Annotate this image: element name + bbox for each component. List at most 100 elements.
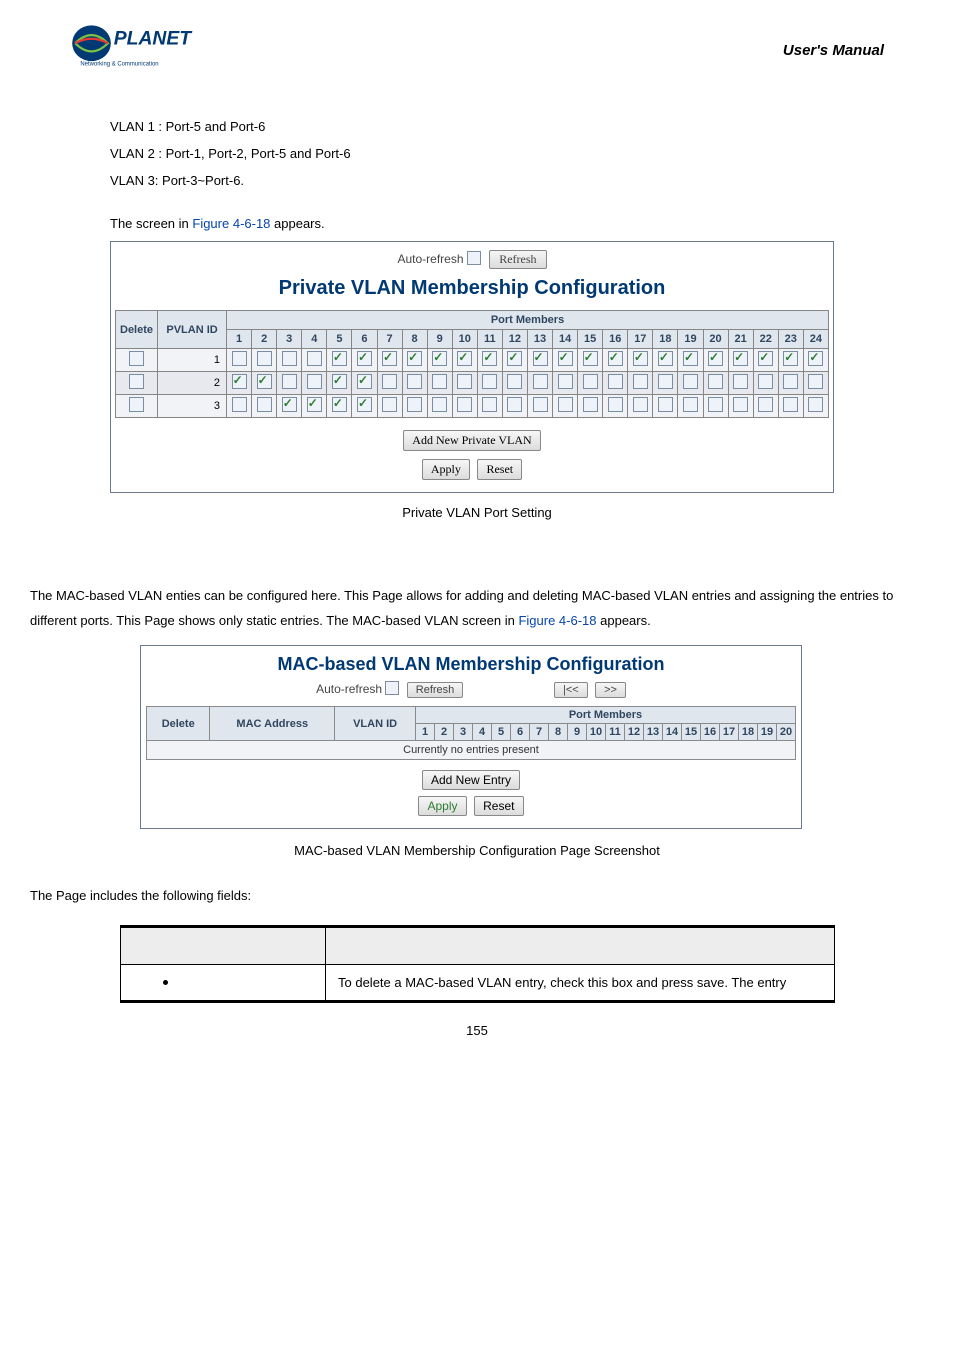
port-checkbox[interactable] (282, 374, 297, 389)
delete-checkbox[interactable] (129, 374, 144, 389)
port-checkbox[interactable] (808, 374, 823, 389)
port-checkbox[interactable] (507, 397, 522, 412)
port-checkbox[interactable] (583, 397, 598, 412)
port-checkbox[interactable] (558, 351, 573, 366)
port-checkbox[interactable] (708, 397, 723, 412)
port-checkbox[interactable] (583, 374, 598, 389)
pvlan-port-cell (352, 372, 377, 395)
port-checkbox[interactable] (357, 397, 372, 412)
port-checkbox[interactable] (282, 351, 297, 366)
reset-button[interactable]: Reset (477, 459, 522, 480)
pvlan-port-cell (703, 372, 728, 395)
port-checkbox[interactable] (232, 351, 247, 366)
nav-next-button[interactable]: >> (595, 682, 626, 698)
mac-port-header-cell: 3 (454, 724, 473, 741)
figure-ref-link[interactable]: Figure 4-6-18 (192, 216, 270, 231)
port-checkbox[interactable] (407, 351, 422, 366)
add-mac-entry-button[interactable]: Add New Entry (422, 770, 520, 790)
fields-header-right (326, 927, 835, 965)
port-checkbox[interactable] (533, 374, 548, 389)
mac-refresh-button[interactable]: Refresh (407, 682, 464, 698)
port-checkbox[interactable] (232, 397, 247, 412)
port-checkbox[interactable] (658, 397, 673, 412)
port-checkbox[interactable] (507, 374, 522, 389)
port-checkbox[interactable] (683, 397, 698, 412)
port-checkbox[interactable] (507, 351, 522, 366)
port-checkbox[interactable] (432, 351, 447, 366)
port-checkbox[interactable] (708, 374, 723, 389)
mac-reset-button[interactable]: Reset (474, 796, 523, 816)
port-checkbox[interactable] (257, 397, 272, 412)
port-checkbox[interactable] (307, 351, 322, 366)
pvlan-port-cell (678, 395, 703, 418)
port-checkbox[interactable] (733, 374, 748, 389)
port-checkbox[interactable] (357, 351, 372, 366)
port-checkbox[interactable] (708, 351, 723, 366)
port-checkbox[interactable] (758, 397, 773, 412)
port-checkbox[interactable] (783, 351, 798, 366)
pvlan-port-header-cell: 12 (502, 330, 527, 349)
port-checkbox[interactable] (382, 397, 397, 412)
delete-checkbox[interactable] (129, 397, 144, 412)
port-checkbox[interactable] (633, 374, 648, 389)
port-checkbox[interactable] (608, 351, 623, 366)
port-checkbox[interactable] (533, 397, 548, 412)
port-checkbox[interactable] (633, 351, 648, 366)
port-checkbox[interactable] (808, 397, 823, 412)
port-checkbox[interactable] (733, 351, 748, 366)
port-checkbox[interactable] (332, 374, 347, 389)
pvlan-port-cell (803, 349, 828, 372)
port-checkbox[interactable] (307, 374, 322, 389)
port-checkbox[interactable] (783, 374, 798, 389)
port-checkbox[interactable] (482, 374, 497, 389)
port-checkbox[interactable] (257, 351, 272, 366)
port-checkbox[interactable] (683, 374, 698, 389)
port-checkbox[interactable] (783, 397, 798, 412)
mac-auto-refresh-checkbox[interactable] (385, 681, 399, 695)
port-checkbox[interactable] (457, 374, 472, 389)
port-checkbox[interactable] (382, 351, 397, 366)
mac-apply-button[interactable]: Apply (418, 796, 466, 816)
port-checkbox[interactable] (482, 351, 497, 366)
port-checkbox[interactable] (608, 374, 623, 389)
nav-first-button[interactable]: |<< (554, 682, 588, 698)
port-checkbox[interactable] (332, 397, 347, 412)
port-checkbox[interactable] (808, 351, 823, 366)
pvlan-port-cell (377, 349, 402, 372)
port-checkbox[interactable] (257, 374, 272, 389)
port-checkbox[interactable] (232, 374, 247, 389)
mac-table: Delete MAC Address VLAN ID Port Members … (146, 706, 796, 760)
port-checkbox[interactable] (608, 397, 623, 412)
port-checkbox[interactable] (758, 374, 773, 389)
mac-port-header-cell: 8 (549, 724, 568, 741)
apply-button[interactable]: Apply (422, 459, 470, 480)
auto-refresh-checkbox[interactable] (467, 251, 481, 265)
port-checkbox[interactable] (482, 397, 497, 412)
port-checkbox[interactable] (558, 397, 573, 412)
port-checkbox[interactable] (432, 397, 447, 412)
port-checkbox[interactable] (558, 374, 573, 389)
port-checkbox[interactable] (758, 351, 773, 366)
port-checkbox[interactable] (407, 397, 422, 412)
port-checkbox[interactable] (533, 351, 548, 366)
figure-ref-link-2[interactable]: Figure 4-6-18 (518, 613, 596, 628)
port-checkbox[interactable] (432, 374, 447, 389)
port-checkbox[interactable] (583, 351, 598, 366)
port-checkbox[interactable] (307, 397, 322, 412)
refresh-button[interactable]: Refresh (489, 250, 546, 269)
port-checkbox[interactable] (658, 351, 673, 366)
fields-row-label (121, 965, 326, 1002)
port-checkbox[interactable] (633, 397, 648, 412)
delete-checkbox[interactable] (129, 351, 144, 366)
port-checkbox[interactable] (357, 374, 372, 389)
port-checkbox[interactable] (457, 351, 472, 366)
port-checkbox[interactable] (332, 351, 347, 366)
add-pvlan-button[interactable]: Add New Private VLAN (403, 430, 540, 451)
port-checkbox[interactable] (457, 397, 472, 412)
port-checkbox[interactable] (382, 374, 397, 389)
port-checkbox[interactable] (733, 397, 748, 412)
port-checkbox[interactable] (658, 374, 673, 389)
port-checkbox[interactable] (407, 374, 422, 389)
port-checkbox[interactable] (683, 351, 698, 366)
port-checkbox[interactable] (282, 397, 297, 412)
